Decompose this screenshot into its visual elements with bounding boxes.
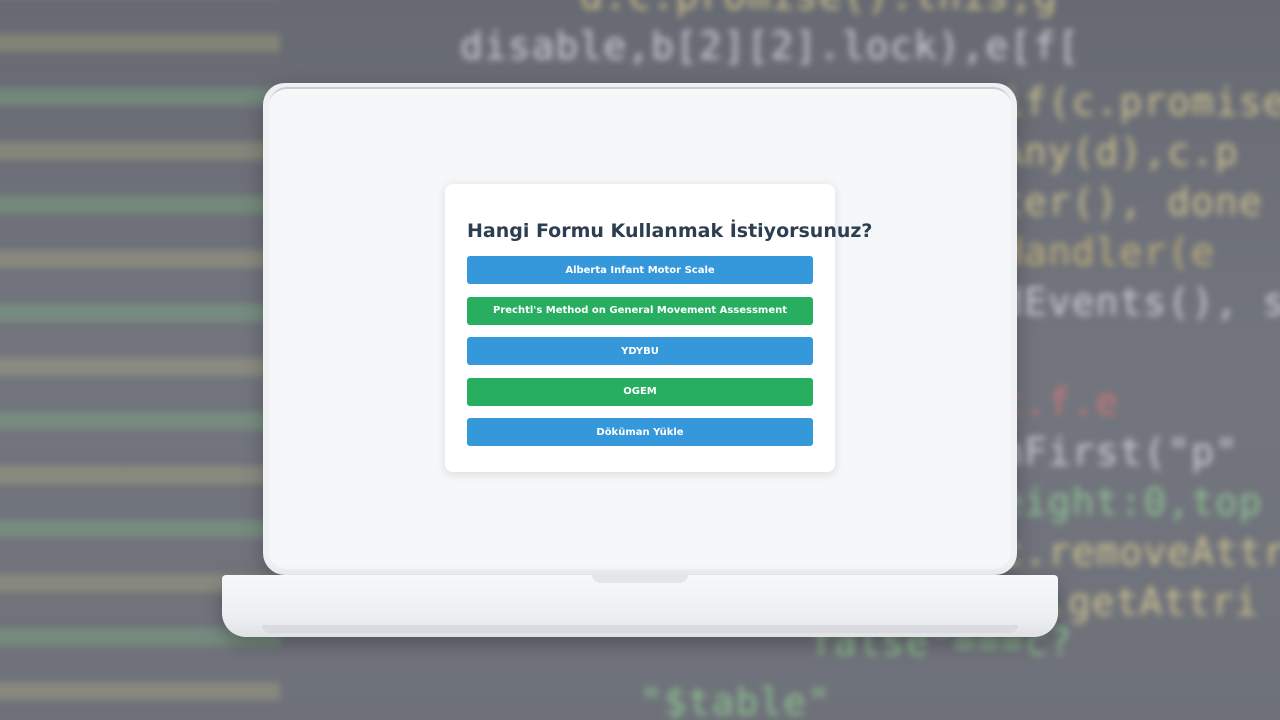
laptop-base [222, 575, 1058, 637]
laptop-notch [592, 575, 688, 583]
gma-form-button[interactable]: Prechtl's Method on General Movement Ass… [467, 296, 813, 325]
ydybu-form-button[interactable]: YDYBU [467, 337, 813, 365]
ogem-form-button[interactable]: OGEM [467, 377, 813, 406]
aims-form-button[interactable]: Alberta Infant Motor Scale [467, 256, 813, 284]
card-title: Hangi Formu Kullanmak İstiyorsunuz? [467, 220, 873, 242]
form-select-card: Hangi Formu Kullanmak İstiyorsunuz? Albe… [445, 184, 873, 472]
upload-document-button[interactable]: Döküman Yükle [467, 418, 813, 446]
